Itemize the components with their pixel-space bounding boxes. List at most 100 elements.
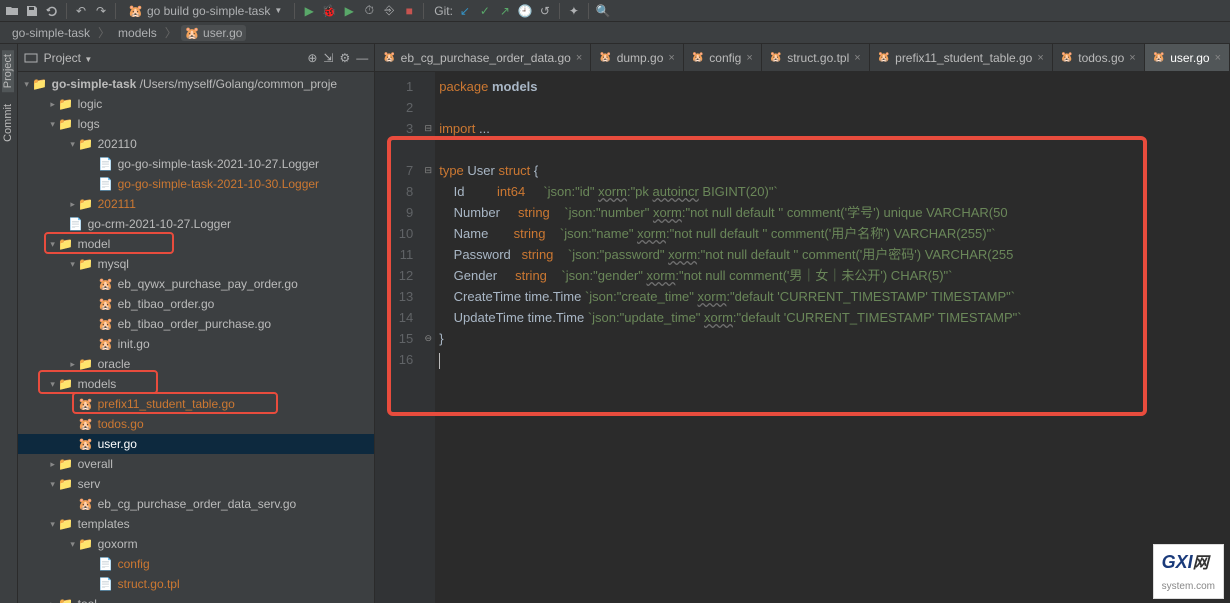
tree-folder[interactable]: ▾📁serv xyxy=(18,474,375,494)
tree-file[interactable]: 📄go-go-simple-task-2021-10-27.Logger xyxy=(18,154,375,174)
tree-file[interactable]: 📄config xyxy=(18,554,375,574)
tab-label: eb_cg_purchase_order_data.go xyxy=(401,51,571,65)
run-icon[interactable]: ▶ xyxy=(301,3,317,19)
go-file-icon: 🐹 xyxy=(1153,52,1165,63)
profile-icon[interactable]: ⏱ xyxy=(361,3,377,19)
chevron-right-icon: 〉 xyxy=(98,24,110,41)
editor-area: 🐹eb_cg_purchase_order_data.go×🐹dump.go×🐹… xyxy=(375,44,1230,603)
tab-label: todos.go xyxy=(1078,51,1124,65)
close-icon[interactable]: × xyxy=(854,52,860,64)
project-panel-title[interactable]: Project ▼ xyxy=(44,51,302,65)
gutter: 12378910111213141516 xyxy=(375,72,421,603)
git-push-icon[interactable]: ↗ xyxy=(497,3,513,19)
close-icon[interactable]: × xyxy=(1129,52,1135,64)
fold-column[interactable]: ⊟⊟⊖ xyxy=(421,72,435,603)
go-file-icon: 🐹 xyxy=(599,52,611,63)
main-toolbar: ↶ ↷ 🐹 go build go-simple-task ▼ ▶ 🐞 ▶ ⏱ … xyxy=(0,0,1230,22)
tab-label: struct.go.tpl xyxy=(787,51,849,65)
hide-icon[interactable]: — xyxy=(356,51,368,65)
tree-folder[interactable]: ▸📁oracle xyxy=(18,354,375,374)
editor-tab[interactable]: 🐹 todos.go × xyxy=(1053,44,1145,71)
tree-file[interactable]: 📄go-crm-2021-10-27.Logger xyxy=(18,214,375,234)
tree-folder[interactable]: ▾📁mysql xyxy=(18,254,375,274)
project-tree[interactable]: ▾📁go-simple-task /Users/myself/Golang/co… xyxy=(18,72,375,603)
close-icon[interactable]: × xyxy=(1215,52,1221,64)
breadcrumb: go-simple-task 〉 models 〉 🐹 user.go xyxy=(0,22,1230,44)
watermark: GXI网 system.com xyxy=(1153,544,1224,599)
refresh-icon[interactable] xyxy=(44,3,60,19)
code-content[interactable]: package modelsimport ...type User struct… xyxy=(435,72,1230,603)
settings-icon[interactable]: ⚙ xyxy=(339,51,350,65)
editor-tab[interactable]: 🐹 config × xyxy=(684,44,762,71)
select-opened-icon[interactable]: ⊕ xyxy=(307,51,317,65)
open-icon[interactable] xyxy=(4,3,20,19)
tree-folder[interactable]: ▾📁202110 xyxy=(18,134,375,154)
tree-file[interactable]: 🐹init.go xyxy=(18,334,375,354)
left-tool-rail: Project Commit xyxy=(0,44,18,603)
redo-icon[interactable]: ↷ xyxy=(93,3,109,19)
tree-folder-models[interactable]: ▾📁models xyxy=(18,374,375,394)
debug-icon[interactable]: 🐞 xyxy=(321,3,337,19)
crumb-project[interactable]: go-simple-task xyxy=(8,25,94,41)
editor-tab[interactable]: 🐹 struct.go.tpl × xyxy=(762,44,870,71)
tree-file-prefix[interactable]: 🐹prefix11_student_table.go xyxy=(18,394,375,414)
project-tool-tab[interactable]: Project xyxy=(2,50,14,92)
expand-all-icon[interactable]: ⇲ xyxy=(323,51,333,65)
go-file-icon: 🐹 xyxy=(770,52,782,63)
close-icon[interactable]: × xyxy=(576,52,582,64)
tree-file[interactable]: 🐹eb_qywx_purchase_pay_order.go xyxy=(18,274,375,294)
git-rollback-icon[interactable]: ↺ xyxy=(537,3,553,19)
tree-file[interactable]: 🐹todos.go xyxy=(18,414,375,434)
stop-icon[interactable]: ■ xyxy=(401,3,417,19)
go-file-icon: 🐹 xyxy=(692,52,704,63)
crumb-folder[interactable]: models xyxy=(114,25,161,41)
crumb-file[interactable]: 🐹 user.go xyxy=(181,25,247,41)
go-file-icon: 🐹 xyxy=(1061,52,1073,63)
close-icon[interactable]: × xyxy=(746,52,752,64)
editor-tab[interactable]: 🐹 user.go × xyxy=(1145,44,1230,71)
editor-tab[interactable]: 🐹 dump.go × xyxy=(591,44,684,71)
tree-file[interactable]: 📄struct.go.tpl xyxy=(18,574,375,594)
ide-settings-icon[interactable]: ✦ xyxy=(566,3,582,19)
coverage-icon[interactable]: ▶ xyxy=(341,3,357,19)
tab-label: config xyxy=(709,51,741,65)
save-icon[interactable] xyxy=(24,3,40,19)
git-commit-icon[interactable]: ✓ xyxy=(477,3,493,19)
tree-folder[interactable]: ▸📁overall xyxy=(18,454,375,474)
editor-tab[interactable]: 🐹 eb_cg_purchase_order_data.go × xyxy=(375,44,591,71)
editor-tab[interactable]: 🐹 prefix11_student_table.go × xyxy=(870,44,1053,71)
commit-tool-tab[interactable]: Commit xyxy=(2,100,14,146)
search-icon[interactable]: 🔍 xyxy=(595,3,611,19)
tab-label: dump.go xyxy=(617,51,664,65)
git-history-icon[interactable]: 🕘 xyxy=(517,3,533,19)
tree-folder[interactable]: ▾📁logs xyxy=(18,114,375,134)
git-label: Git: xyxy=(434,4,453,18)
code-editor[interactable]: 12378910111213141516 ⊟⊟⊖ package modelsi… xyxy=(375,72,1230,603)
attach-icon[interactable]: ⎆ xyxy=(381,3,397,19)
tree-folder[interactable]: ▸📁logic xyxy=(18,94,375,114)
tab-label: prefix11_student_table.go xyxy=(895,51,1032,65)
go-file-icon: 🐹 xyxy=(383,52,395,63)
tree-folder-model[interactable]: ▾📁model xyxy=(18,234,375,254)
close-icon[interactable]: × xyxy=(1037,52,1043,64)
tree-folder[interactable]: ▾📁templates xyxy=(18,514,375,534)
run-config-selector[interactable]: 🐹 go build go-simple-task ▼ xyxy=(122,4,288,18)
git-update-icon[interactable]: ↙ xyxy=(457,3,473,19)
tree-file[interactable]: 🐹eb_tibao_order.go xyxy=(18,294,375,314)
tree-root[interactable]: ▾📁go-simple-task /Users/myself/Golang/co… xyxy=(18,74,375,94)
tree-file[interactable]: 📄go-go-simple-task-2021-10-30.Logger xyxy=(18,174,375,194)
tab-label: user.go xyxy=(1170,51,1209,65)
tree-folder[interactable]: ▸📁tool xyxy=(18,594,375,603)
chevron-right-icon: 〉 xyxy=(165,24,177,41)
editor-tabs: 🐹eb_cg_purchase_order_data.go×🐹dump.go×🐹… xyxy=(375,44,1230,72)
tree-file[interactable]: 🐹eb_tibao_order_purchase.go xyxy=(18,314,375,334)
tree-file-user[interactable]: 🐹user.go xyxy=(18,434,375,454)
project-panel-header: Project ▼ ⊕ ⇲ ⚙ — xyxy=(18,44,375,72)
go-file-icon: 🐹 xyxy=(878,52,890,63)
tree-folder[interactable]: ▸📁202111 xyxy=(18,194,375,214)
tree-file[interactable]: 🐹eb_cg_purchase_order_data_serv.go xyxy=(18,494,375,514)
undo-icon[interactable]: ↶ xyxy=(73,3,89,19)
project-view-icon[interactable] xyxy=(24,51,38,65)
tree-folder[interactable]: ▾📁goxorm xyxy=(18,534,375,554)
close-icon[interactable]: × xyxy=(668,52,674,64)
